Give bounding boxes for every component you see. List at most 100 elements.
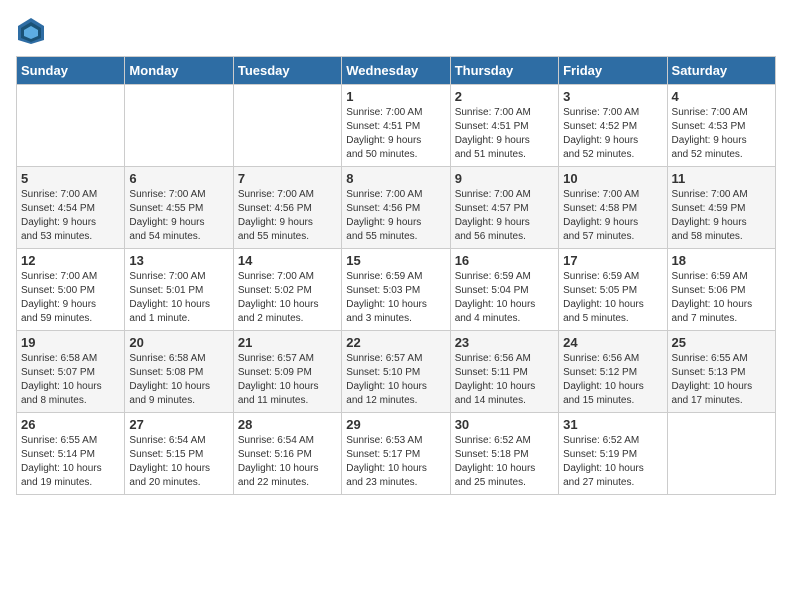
calendar-cell: 20 Sunrise: 6:58 AM Sunset: 5:08 PM Dayli…	[125, 331, 233, 413]
day-number: 8	[346, 171, 445, 186]
day-number: 28	[238, 417, 337, 432]
calendar-cell: 22 Sunrise: 6:57 AM Sunset: 5:10 PM Dayli…	[342, 331, 450, 413]
week-row-3: 12Sunrise: 7:00 AM Sunset: 5:00 PM Dayli…	[17, 249, 776, 331]
calendar-cell: 1Sunrise: 7:00 AM Sunset: 4:51 PM Daylig…	[342, 85, 450, 167]
calendar-cell: 29 Sunrise: 6:53 AM Sunset: 5:17 PM Dayli…	[342, 413, 450, 495]
day-number: 19	[21, 335, 120, 350]
weekday-header-thursday: Thursday	[450, 57, 558, 85]
calendar-cell: 25 Sunrise: 6:55 AM Sunset: 5:13 PM Dayli…	[667, 331, 775, 413]
day-number: 29	[346, 417, 445, 432]
week-row-4: 19Sunrise: 6:58 AM Sunset: 5:07 PM Dayli…	[17, 331, 776, 413]
day-number: 17	[563, 253, 662, 268]
calendar-cell: 19Sunrise: 6:58 AM Sunset: 5:07 PM Dayli…	[17, 331, 125, 413]
day-number: 15	[346, 253, 445, 268]
day-number: 4	[672, 89, 771, 104]
weekday-header-monday: Monday	[125, 57, 233, 85]
calendar-cell: 24Sunrise: 6:56 AM Sunset: 5:12 PM Dayli…	[559, 331, 667, 413]
calendar-cell: 11 Sunrise: 7:00 AM Sunset: 4:59 PM Dayli…	[667, 167, 775, 249]
day-info: Sunrise: 6:57 AM Sunset: 5:10 PM Dayligh…	[346, 352, 445, 408]
calendar-cell: 15 Sunrise: 6:59 AM Sunset: 5:03 PM Dayli…	[342, 249, 450, 331]
calendar-cell: 2 Sunrise: 7:00 AM Sunset: 4:51 PM Daylig…	[450, 85, 558, 167]
day-number: 14	[238, 253, 337, 268]
day-info: Sunrise: 7:00 AM Sunset: 4:59 PM Dayligh…	[672, 188, 771, 244]
calendar-cell: 5 Sunrise: 7:00 AM Sunset: 4:54 PM Daylig…	[17, 167, 125, 249]
calendar-cell	[125, 85, 233, 167]
day-info: Sunrise: 6:54 AM Sunset: 5:15 PM Dayligh…	[129, 434, 228, 490]
weekday-header-tuesday: Tuesday	[233, 57, 341, 85]
logo	[16, 16, 52, 46]
calendar-cell: 26 Sunrise: 6:55 AM Sunset: 5:14 PM Dayli…	[17, 413, 125, 495]
calendar-cell: 21Sunrise: 6:57 AM Sunset: 5:09 PM Dayli…	[233, 331, 341, 413]
day-info: Sunrise: 7:00 AM Sunset: 4:56 PM Dayligh…	[346, 188, 445, 244]
day-info: Sunrise: 7:00 AM Sunset: 5:02 PM Dayligh…	[238, 270, 337, 326]
weekday-header-sunday: Sunday	[17, 57, 125, 85]
day-info: Sunrise: 7:00 AM Sunset: 4:56 PM Dayligh…	[238, 188, 337, 244]
day-number: 6	[129, 171, 228, 186]
page-header	[16, 16, 776, 46]
day-number: 26	[21, 417, 120, 432]
weekday-header-friday: Friday	[559, 57, 667, 85]
week-row-5: 26 Sunrise: 6:55 AM Sunset: 5:14 PM Dayli…	[17, 413, 776, 495]
calendar-cell: 4 Sunrise: 7:00 AM Sunset: 4:53 PM Daylig…	[667, 85, 775, 167]
day-info: Sunrise: 7:00 AM Sunset: 5:01 PM Dayligh…	[129, 270, 228, 326]
calendar-cell: 31 Sunrise: 6:52 AM Sunset: 5:19 PM Dayli…	[559, 413, 667, 495]
day-number: 10	[563, 171, 662, 186]
day-info: Sunrise: 7:00 AM Sunset: 4:55 PM Dayligh…	[129, 188, 228, 244]
weekday-header-wednesday: Wednesday	[342, 57, 450, 85]
week-row-1: 1 Sunrise: 7:00 AM Sunset: 4:51 PM Daylig…	[17, 85, 776, 167]
calendar-cell	[233, 85, 341, 167]
day-info: Sunrise: 7:00 AM Sunset: 4:54 PM Dayligh…	[21, 188, 120, 244]
day-number: 12	[21, 253, 120, 268]
day-number: 2	[455, 89, 554, 104]
calendar-cell: 13 Sunrise: 7:00 AM Sunset: 5:01 PM Dayli…	[125, 249, 233, 331]
day-info: Sunrise: 6:58 AM Sunset: 5:08 PM Dayligh…	[129, 352, 228, 408]
day-number: 24	[563, 335, 662, 350]
day-info: Sunrise: 7:00 AM Sunset: 4:52 PM Dayligh…	[563, 106, 662, 162]
week-row-2: 5 Sunrise: 7:00 AM Sunset: 4:54 PM Daylig…	[17, 167, 776, 249]
day-info: Sunrise: 6:59 AM Sunset: 5:05 PM Dayligh…	[563, 270, 662, 326]
day-info: Sunrise: 6:52 AM Sunset: 5:19 PM Dayligh…	[563, 434, 662, 490]
calendar-cell	[667, 413, 775, 495]
day-info: Sunrise: 6:59 AM Sunset: 5:04 PM Dayligh…	[455, 270, 554, 326]
day-number: 23	[455, 335, 554, 350]
day-info: Sunrise: 6:59 AM Sunset: 5:03 PM Dayligh…	[346, 270, 445, 326]
calendar-cell: 10 Sunrise: 7:00 AM Sunset: 4:58 PM Dayli…	[559, 167, 667, 249]
day-number: 22	[346, 335, 445, 350]
day-info: Sunrise: 7:00 AM Sunset: 4:53 PM Dayligh…	[672, 106, 771, 162]
day-number: 5	[21, 171, 120, 186]
calendar-cell: 28 Sunrise: 6:54 AM Sunset: 5:16 PM Dayli…	[233, 413, 341, 495]
day-number: 16	[455, 253, 554, 268]
calendar-cell: 27 Sunrise: 6:54 AM Sunset: 5:15 PM Dayli…	[125, 413, 233, 495]
calendar-cell: 30Sunrise: 6:52 AM Sunset: 5:18 PM Dayli…	[450, 413, 558, 495]
calendar-cell: 17 Sunrise: 6:59 AM Sunset: 5:05 PM Dayli…	[559, 249, 667, 331]
day-info: Sunrise: 7:00 AM Sunset: 4:58 PM Dayligh…	[563, 188, 662, 244]
calendar-cell: 16 Sunrise: 6:59 AM Sunset: 5:04 PM Dayli…	[450, 249, 558, 331]
day-info: Sunrise: 6:55 AM Sunset: 5:14 PM Dayligh…	[21, 434, 120, 490]
day-info: Sunrise: 7:00 AM Sunset: 4:51 PM Dayligh…	[455, 106, 554, 162]
calendar-cell: 23 Sunrise: 6:56 AM Sunset: 5:11 PM Dayli…	[450, 331, 558, 413]
day-number: 18	[672, 253, 771, 268]
calendar-table: SundayMondayTuesdayWednesdayThursdayFrid…	[16, 56, 776, 495]
day-number: 20	[129, 335, 228, 350]
day-number: 3	[563, 89, 662, 104]
calendar-cell: 18 Sunrise: 6:59 AM Sunset: 5:06 PM Dayli…	[667, 249, 775, 331]
day-number: 13	[129, 253, 228, 268]
day-number: 11	[672, 171, 771, 186]
day-info: Sunrise: 6:55 AM Sunset: 5:13 PM Dayligh…	[672, 352, 771, 408]
day-info: Sunrise: 7:00 AM Sunset: 4:57 PM Dayligh…	[455, 188, 554, 244]
day-number: 27	[129, 417, 228, 432]
calendar-cell: 14 Sunrise: 7:00 AM Sunset: 5:02 PM Dayli…	[233, 249, 341, 331]
calendar-cell	[17, 85, 125, 167]
day-info: Sunrise: 6:56 AM Sunset: 5:11 PM Dayligh…	[455, 352, 554, 408]
day-info: Sunrise: 6:54 AM Sunset: 5:16 PM Dayligh…	[238, 434, 337, 490]
day-number: 9	[455, 171, 554, 186]
calendar-cell: 3 Sunrise: 7:00 AM Sunset: 4:52 PM Daylig…	[559, 85, 667, 167]
day-number: 31	[563, 417, 662, 432]
day-info: Sunrise: 6:53 AM Sunset: 5:17 PM Dayligh…	[346, 434, 445, 490]
day-number: 7	[238, 171, 337, 186]
calendar-cell: 8 Sunrise: 7:00 AM Sunset: 4:56 PM Daylig…	[342, 167, 450, 249]
day-number: 25	[672, 335, 771, 350]
day-info: Sunrise: 6:59 AM Sunset: 5:06 PM Dayligh…	[672, 270, 771, 326]
day-number: 1	[346, 89, 445, 104]
day-number: 30	[455, 417, 554, 432]
